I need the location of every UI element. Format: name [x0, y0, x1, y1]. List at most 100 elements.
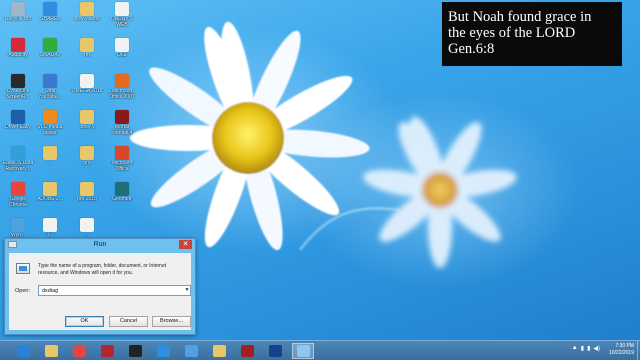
taskbar-button[interactable] — [12, 343, 34, 359]
desktop-shortcut[interactable]: Orbit YouTube... — [32, 74, 68, 108]
desktop-shortcut[interactable]: EaseUS Data Recovery... — [0, 146, 36, 180]
desktop-shortcut-label: Google Chrome — [9, 197, 27, 208]
open-input[interactable] — [38, 285, 191, 296]
folder-icon — [80, 2, 94, 16]
desktop-shortcut[interactable]: DADDY'S WEB — [104, 2, 140, 36]
document-icon — [43, 218, 57, 232]
open-label: Open: — [15, 288, 30, 294]
folder-icon — [43, 146, 57, 160]
desktop-shortcut[interactable]: Microsoft Office 2007 — [104, 74, 140, 108]
tray-overflow-icon[interactable]: ▲ — [572, 345, 578, 352]
desktop-shortcut[interactable]: CyberLink ScreenR... — [0, 74, 36, 108]
desktop-shortcut-label: new videos — [74, 17, 100, 22]
desktop-shortcut[interactable]: OMEGA 2018 — [69, 74, 105, 108]
desktop-shortcut-label: pro 2018 — [77, 197, 97, 202]
recycle-bin-icon — [11, 2, 25, 16]
orbit-icon — [43, 74, 57, 88]
run-dialog-body: Type the name of a program, folder, docu… — [9, 253, 191, 330]
desktop-shortcut[interactable]: other v — [69, 110, 105, 144]
chevron-down-icon[interactable]: ▼ — [183, 286, 191, 295]
taskbar-button[interactable] — [264, 343, 286, 359]
desktop-shortcut-label: Orbit YouTube... — [38, 89, 62, 100]
cyberlink-icon — [128, 345, 142, 357]
desktop-shortcut-label: OLE — [116, 53, 127, 58]
folder-icon — [80, 110, 94, 124]
desktop-shortcut[interactable]: Microsoft Office — [104, 146, 140, 180]
taskbar-button[interactable] — [40, 343, 62, 359]
desktop-shortcut-label: ... — [47, 161, 53, 166]
system-tray: ▲ ▮ ▮ ◀) — [572, 345, 600, 352]
desktop-shortcut[interactable]: SHAREit — [32, 2, 68, 36]
cancel-button[interactable]: Cancel — [109, 316, 148, 327]
desktop-shortcut[interactable]: Audacity — [0, 38, 36, 72]
desktop-shortcut[interactable]: Driver Easy — [0, 110, 36, 144]
desktop-shortcut-label: Audacity — [8, 53, 28, 58]
desktop-shortcut-label: VLC media player — [37, 125, 63, 136]
taskbar-button[interactable] — [96, 343, 118, 359]
chrome-icon — [72, 345, 86, 357]
office-icon — [115, 74, 129, 88]
desktop-shortcut-label: OMEGA 2018 — [71, 89, 103, 94]
desktop-shortcut[interactable]: ADOBE 2... — [32, 182, 68, 216]
taskbar-clock[interactable]: 7:30 PM 10/22/2019 — [609, 343, 634, 357]
folder-icon — [80, 38, 94, 52]
desktop-shortcut[interactable]: Mortal Kombat 4 — [104, 110, 140, 144]
taskbar: ▲ ▮ ▮ ◀) 7:30 PM 10/22/2019 — [0, 340, 640, 360]
desktop-shortcut-label: Geometr — [112, 197, 132, 202]
desktop-shortcut-label: SMADAV — [39, 53, 61, 58]
game-icon — [240, 345, 254, 357]
run-program-icon — [16, 263, 30, 274]
taskbar-button[interactable] — [152, 343, 174, 359]
desktop-shortcut[interactable]: rm — [69, 38, 105, 72]
desktop-shortcut[interactable]: Geometr — [104, 182, 140, 216]
run-dialog: Run ✕ Type the name of a program, folder… — [4, 238, 196, 335]
document-icon — [115, 38, 129, 52]
audacity-icon — [11, 38, 25, 52]
taskbar-button[interactable] — [68, 343, 90, 359]
close-button[interactable]: ✕ — [179, 240, 192, 249]
desktop-shortcut[interactable]: Recycle Bin — [0, 2, 36, 36]
desktop-shortcut-label: other v — [79, 125, 95, 130]
tray-volume-icon[interactable]: ◀) — [593, 345, 600, 352]
mortal-kombat-icon — [115, 110, 129, 124]
tray-flag-icon[interactable]: ▮ — [581, 345, 584, 352]
vlc-icon — [43, 110, 57, 124]
taskbar-button[interactable] — [124, 343, 146, 359]
desktop-shortcut[interactable]: Google Chrome — [0, 182, 36, 216]
shareit-icon — [156, 345, 170, 357]
tray-battery-icon[interactable]: ▮ — [587, 345, 590, 352]
ok-button[interactable]: OK — [65, 316, 104, 327]
folder-icon — [80, 182, 94, 196]
desktop-shortcut[interactable]: pro — [69, 146, 105, 180]
desktop-shortcut-label: CyberLink ScreenR... — [6, 89, 30, 100]
shareit-icon — [43, 2, 57, 16]
taskbar-button[interactable] — [236, 343, 258, 359]
taskbar-button[interactable] — [208, 343, 230, 359]
office-icon — [115, 146, 129, 160]
pes-icon — [268, 345, 282, 357]
cyberlink-icon — [11, 74, 25, 88]
desktop-shortcut[interactable]: OLE — [104, 38, 140, 72]
verse-reference: Gen.6:8 — [448, 41, 495, 57]
media-icon — [100, 345, 114, 357]
desktop-shortcut-label: Recycle Bin — [4, 17, 32, 22]
smadav-icon — [43, 38, 57, 52]
desktop-shortcut[interactable]: pro 2018 — [69, 182, 105, 216]
desktop-shortcut-label: Microsoft Office 2007 — [109, 89, 135, 100]
desktop-shortcut-label: Microsoft Office — [111, 161, 133, 172]
clock-time: 7:30 PM — [615, 343, 634, 349]
folder-icon — [80, 146, 94, 160]
desktop-shortcut[interactable]: new videos — [69, 2, 105, 36]
run-dialog-title: Run — [93, 241, 107, 248]
desktop-shortcut[interactable]: SMADAV — [32, 38, 68, 72]
explorer-icon — [44, 345, 58, 357]
taskbar-button[interactable] — [180, 343, 202, 359]
document-icon — [80, 74, 94, 88]
taskbar-button[interactable] — [292, 343, 314, 359]
desktop-shortcut[interactable]: VLC media player — [32, 110, 68, 144]
desktop-shortcut[interactable]: ... — [32, 146, 68, 180]
browse-button[interactable]: Browse... — [152, 316, 191, 327]
run-dialog-titlebar[interactable]: Run ✕ — [5, 239, 195, 251]
desktop-shortcut-label: rm — [84, 53, 90, 58]
document-icon — [115, 2, 129, 16]
